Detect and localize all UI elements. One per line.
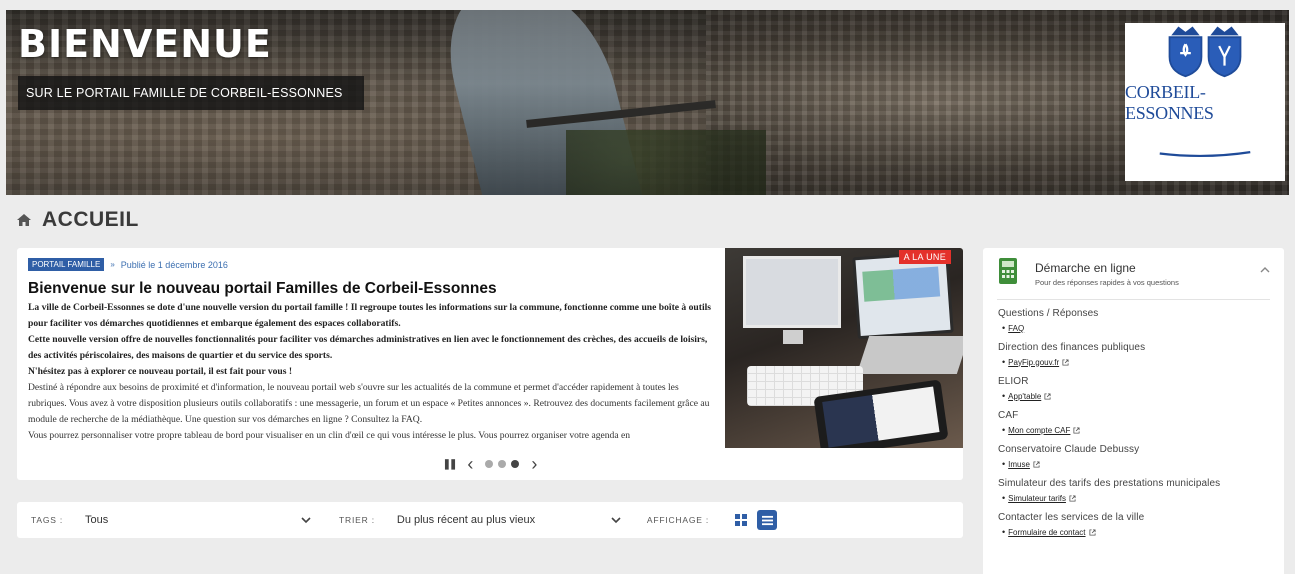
laptop-illustration — [852, 250, 954, 340]
service-link[interactable]: • Imuse — [998, 459, 1274, 469]
service-section: Conservatoire Claude Debussy • Imuse — [998, 444, 1274, 469]
service-link[interactable]: • FAQ — [998, 323, 1274, 333]
service-section: Direction des finances publiques • PayFip.… — [998, 342, 1274, 367]
carousel-dots — [485, 460, 520, 468]
service-link[interactable]: • App'table — [998, 391, 1274, 401]
list-icon — [761, 515, 773, 525]
service-section: CAF • Mon compte CAF — [998, 410, 1274, 435]
service-section-title: CAF — [998, 410, 1019, 421]
service-section: Simulateur des tarifs des prestations mu… — [998, 478, 1274, 503]
sort-value: Du plus récent au plus vieux — [396, 514, 536, 526]
external-link-icon — [1069, 494, 1076, 502]
service-link[interactable]: • Mon compte CAF — [998, 425, 1274, 435]
bullet: • — [1002, 425, 1006, 435]
article-lead: La ville de Corbeil-Essonnes se dote d'u… — [28, 302, 712, 377]
bullet: • — [1002, 493, 1006, 503]
carousel-dot-2[interactable] — [498, 460, 507, 468]
list-view-button[interactable] — [757, 510, 778, 530]
service-link-text[interactable]: Mon compte CAF — [1008, 426, 1070, 435]
service-link-text[interactable]: Imuse — [1008, 460, 1030, 469]
service-link-text[interactable]: App'table — [1008, 392, 1041, 401]
service-link-text[interactable]: PayFip.gouv.fr — [1008, 358, 1059, 367]
panel-header[interactable]: Démarche en ligne Pour des réponses rapi… — [983, 248, 1284, 296]
carousel-dot-1[interactable] — [485, 460, 494, 468]
carousel-next-button[interactable]: › — [531, 454, 537, 475]
service-section-title: Simulateur des tarifs des prestations mu… — [998, 478, 1221, 489]
logo-swoosh — [1159, 151, 1251, 158]
article-image[interactable]: A LA UNE — [725, 248, 963, 448]
service-section-title: Conservatoire Claude Debussy — [998, 444, 1140, 455]
service-section-title: Questions / Réponses — [998, 308, 1099, 319]
imac-illustration — [743, 256, 841, 328]
coat-of-arms-icon — [1168, 26, 1242, 78]
service-link[interactable]: • Formulaire de contact — [998, 527, 1274, 537]
tags-value: Tous — [85, 514, 109, 526]
service-link-text[interactable]: Formulaire de contact — [1008, 528, 1085, 537]
page-heading: ACCUEIL — [16, 208, 139, 232]
service-section-title: ELIOR — [998, 376, 1029, 387]
carousel-pause-button[interactable]: ❚❚ — [443, 459, 458, 470]
hero-subtitle: SUR LE PORTAIL FAMILLE DE CORBEIL-ESSONN… — [18, 76, 364, 110]
service-section: Questions / Réponses • FAQ — [998, 308, 1274, 333]
bullet: • — [1002, 459, 1006, 469]
panel-title: Démarche en ligne — [1035, 261, 1136, 275]
article-meta: PORTAIL FAMILLE » Publié le 1 décembre 2… — [28, 258, 715, 271]
external-link-icon — [1089, 528, 1096, 536]
article-body: Destiné à répondre aux besoins de proxim… — [28, 382, 710, 441]
service-section-title: Contacter les services de la ville — [998, 512, 1145, 523]
chevron-down-icon — [611, 516, 621, 523]
chevron-down-icon — [301, 516, 311, 523]
featured-badge: A LA UNE — [898, 250, 951, 264]
tags-select[interactable]: Tous — [85, 514, 311, 526]
filter-bar: TAGS : Tous TRIER : Du plus récent au pl… — [17, 502, 963, 538]
grid-icon — [735, 514, 748, 526]
service-section-title: Direction des finances publiques — [998, 342, 1146, 353]
carousel-controls: ❚❚ ‹ › — [17, 448, 963, 480]
carousel-dot-3[interactable] — [511, 460, 520, 468]
sort-select[interactable]: Du plus récent au plus vieux — [397, 514, 621, 526]
page-title: ACCUEIL — [42, 208, 139, 231]
publish-date: Publié le 1 décembre 2016 — [120, 259, 228, 270]
display-label: AFFICHAGE : — [646, 515, 710, 525]
bullet: • — [1002, 527, 1006, 537]
external-link-icon — [1073, 426, 1080, 434]
grid-view-button[interactable] — [731, 510, 752, 530]
service-section: ELIOR • App'table — [998, 376, 1274, 401]
article-title[interactable]: Bienvenue sur le nouveau portail Famille… — [28, 280, 715, 298]
tags-label: TAGS : — [31, 515, 64, 525]
service-link-text[interactable]: Simulateur tarifs — [1008, 494, 1066, 503]
logo-text: CORBEIL-ESSONNES — [1125, 82, 1214, 123]
chevron-up-icon[interactable] — [1260, 266, 1270, 273]
home-icon — [17, 214, 31, 226]
online-services-panel: Démarche en ligne Pour des réponses rapi… — [983, 248, 1284, 574]
service-section: Contacter les services de la ville • Formu… — [998, 512, 1274, 537]
service-link[interactable]: • PayFip.gouv.fr — [998, 357, 1274, 367]
bullet: • — [1002, 391, 1006, 401]
article-carousel: PORTAIL FAMILLE » Publié le 1 décembre 2… — [17, 248, 963, 480]
hero-banner: BIENVENUE SUR LE PORTAIL FAMILLE DE CORB… — [6, 10, 1289, 195]
calculator-icon — [999, 258, 1017, 284]
sort-label: TRIER : — [339, 515, 375, 525]
panel-subtitle: Pour des réponses rapides à vos question… — [1035, 278, 1179, 287]
bullet: • — [1002, 323, 1006, 333]
hero-title: BIENVENUE — [18, 22, 272, 66]
external-link-icon — [1044, 392, 1051, 400]
service-link-text[interactable]: FAQ — [1008, 324, 1024, 333]
meta-separator: » — [110, 260, 115, 269]
category-badge[interactable]: PORTAIL FAMILLE — [28, 258, 105, 271]
bullet: • — [1002, 357, 1006, 367]
carousel-prev-button[interactable]: ‹ — [467, 454, 473, 475]
external-link-icon — [1033, 460, 1040, 468]
service-links: Questions / Réponses • FAQ Direction des fi… — [998, 308, 1274, 546]
service-link[interactable]: • Simulateur tarifs — [998, 493, 1274, 503]
city-logo[interactable]: CORBEIL-ESSONNES — [1125, 23, 1285, 181]
external-link-icon — [1062, 358, 1069, 366]
article-text: PORTAIL FAMILLE » Publié le 1 décembre 2… — [17, 248, 725, 448]
